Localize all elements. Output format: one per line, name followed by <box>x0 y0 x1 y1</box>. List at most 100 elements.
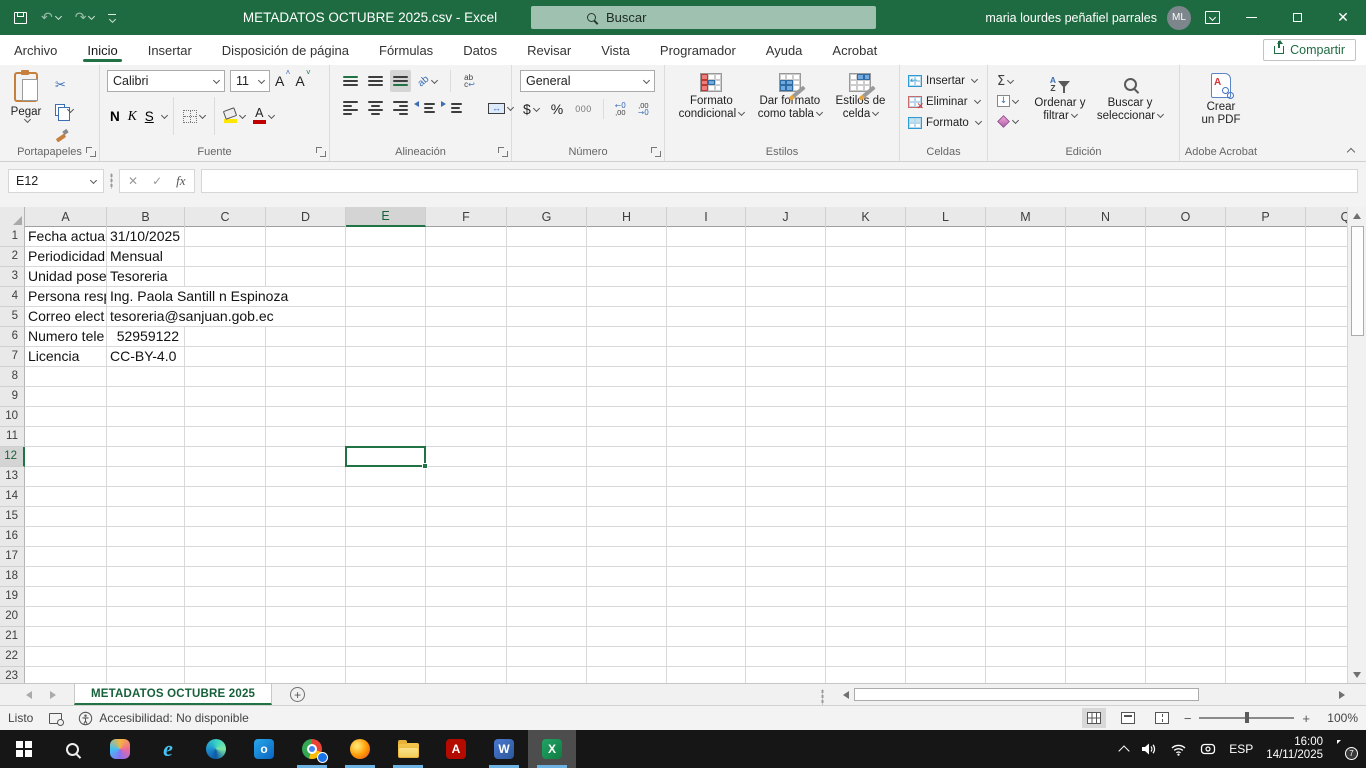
cell-B21[interactable] <box>107 627 185 647</box>
cell-K1[interactable] <box>826 227 906 247</box>
cell-B2[interactable]: Mensual <box>107 247 185 267</box>
cell-L14[interactable] <box>906 487 986 507</box>
cell-M15[interactable] <box>986 507 1066 527</box>
cell-E1[interactable] <box>346 227 426 247</box>
row-header-16[interactable]: 16 <box>0 527 25 547</box>
cell-E21[interactable] <box>346 627 426 647</box>
cell-D14[interactable] <box>266 487 346 507</box>
horizontal-scroll-thumb[interactable] <box>854 688 1199 701</box>
vertical-scrollbar[interactable] <box>1347 207 1366 683</box>
cell-L12[interactable] <box>906 447 986 467</box>
cell-G7[interactable] <box>507 347 587 367</box>
copy-button[interactable] <box>52 99 76 121</box>
cell-L1[interactable] <box>906 227 986 247</box>
cell-M2[interactable] <box>986 247 1066 267</box>
cell-C20[interactable] <box>185 607 266 627</box>
insert-cells-button[interactable]: ← Insertar <box>908 70 987 91</box>
cell-K14[interactable] <box>826 487 906 507</box>
tray-expand-icon[interactable] <box>1119 745 1130 756</box>
cell-A18[interactable] <box>25 567 107 587</box>
cell-H11[interactable] <box>587 427 667 447</box>
cell-N3[interactable] <box>1066 267 1146 287</box>
tab-datos[interactable]: Datos <box>461 37 499 64</box>
column-header-G[interactable]: G <box>507 207 587 227</box>
cell-G10[interactable] <box>507 407 587 427</box>
cell-N17[interactable] <box>1066 547 1146 567</box>
cell-C8[interactable] <box>185 367 266 387</box>
cell-G8[interactable] <box>507 367 587 387</box>
cell-J8[interactable] <box>746 367 826 387</box>
cell-C13[interactable] <box>185 467 266 487</box>
cell-P2[interactable] <box>1226 247 1306 267</box>
cell-E6[interactable] <box>346 327 426 347</box>
font-color-button[interactable]: A <box>250 105 277 127</box>
cell-D15[interactable] <box>266 507 346 527</box>
cell-F10[interactable] <box>426 407 507 427</box>
cell-J17[interactable] <box>746 547 826 567</box>
cell-C7[interactable] <box>185 347 266 367</box>
cell-O15[interactable] <box>1146 507 1226 527</box>
cell-B7[interactable]: CC-BY-4.0 <box>107 347 185 367</box>
volume-icon[interactable] <box>1141 742 1157 756</box>
cell-E15[interactable] <box>346 507 426 527</box>
cell-D10[interactable] <box>266 407 346 427</box>
cell-D9[interactable] <box>266 387 346 407</box>
cell-I15[interactable] <box>667 507 746 527</box>
format-painter-button[interactable] <box>52 124 71 146</box>
row-header-6[interactable]: 6 <box>0 327 25 347</box>
cell-O21[interactable] <box>1146 627 1226 647</box>
cell-L18[interactable] <box>906 567 986 587</box>
cell-E5[interactable] <box>346 307 426 327</box>
create-pdf-button[interactable]: A Crear un PDF <box>1180 70 1262 127</box>
cell-O7[interactable] <box>1146 347 1226 367</box>
cell-N19[interactable] <box>1066 587 1146 607</box>
cell-P1[interactable] <box>1226 227 1306 247</box>
cell-G1[interactable] <box>507 227 587 247</box>
cell-Q4[interactable] <box>1306 287 1347 307</box>
cell-L10[interactable] <box>906 407 986 427</box>
font-size-select[interactable]: 11 <box>230 70 270 92</box>
cell-F5[interactable] <box>426 307 507 327</box>
cell-N5[interactable] <box>1066 307 1146 327</box>
cell-C1[interactable] <box>185 227 266 247</box>
cell-K2[interactable] <box>826 247 906 267</box>
cell-P13[interactable] <box>1226 467 1306 487</box>
column-header-Q[interactable]: Q <box>1306 207 1347 227</box>
cell-D23[interactable] <box>266 667 346 683</box>
cell-N16[interactable] <box>1066 527 1146 547</box>
cell-G23[interactable] <box>507 667 587 683</box>
cell-K6[interactable] <box>826 327 906 347</box>
cell-E14[interactable] <box>346 487 426 507</box>
cell-I1[interactable] <box>667 227 746 247</box>
cell-G19[interactable] <box>507 587 587 607</box>
cell-J7[interactable] <box>746 347 826 367</box>
cell-B23[interactable] <box>107 667 185 683</box>
cell-P11[interactable] <box>1226 427 1306 447</box>
cell-O17[interactable] <box>1146 547 1226 567</box>
cell-P5[interactable] <box>1226 307 1306 327</box>
taskbar-search[interactable] <box>48 730 96 768</box>
cell-N8[interactable] <box>1066 367 1146 387</box>
cell-B5[interactable]: tesoreria@sanjuan.gob.ec <box>107 307 185 327</box>
cell-B6[interactable]: 52959122 <box>107 327 185 347</box>
cell-O19[interactable] <box>1146 587 1226 607</box>
cell-A21[interactable] <box>25 627 107 647</box>
active-cell-selection[interactable] <box>345 446 426 467</box>
borders-button[interactable] <box>180 105 208 127</box>
row-header-20[interactable]: 20 <box>0 607 25 627</box>
cell-Q12[interactable] <box>1306 447 1347 467</box>
cell-I7[interactable] <box>667 347 746 367</box>
cell-N6[interactable] <box>1066 327 1146 347</box>
zoom-in-icon[interactable]: + <box>1302 711 1310 726</box>
cell-N22[interactable] <box>1066 647 1146 667</box>
fill-color-button[interactable] <box>221 105 248 127</box>
cell-L2[interactable] <box>906 247 986 267</box>
cell-O11[interactable] <box>1146 427 1226 447</box>
redo-button[interactable]: ↷ <box>75 9 95 27</box>
row-header-2[interactable]: 2 <box>0 247 25 267</box>
cell-N13[interactable] <box>1066 467 1146 487</box>
cell-H9[interactable] <box>587 387 667 407</box>
cell-N10[interactable] <box>1066 407 1146 427</box>
cell-Q8[interactable] <box>1306 367 1347 387</box>
cell-M12[interactable] <box>986 447 1066 467</box>
